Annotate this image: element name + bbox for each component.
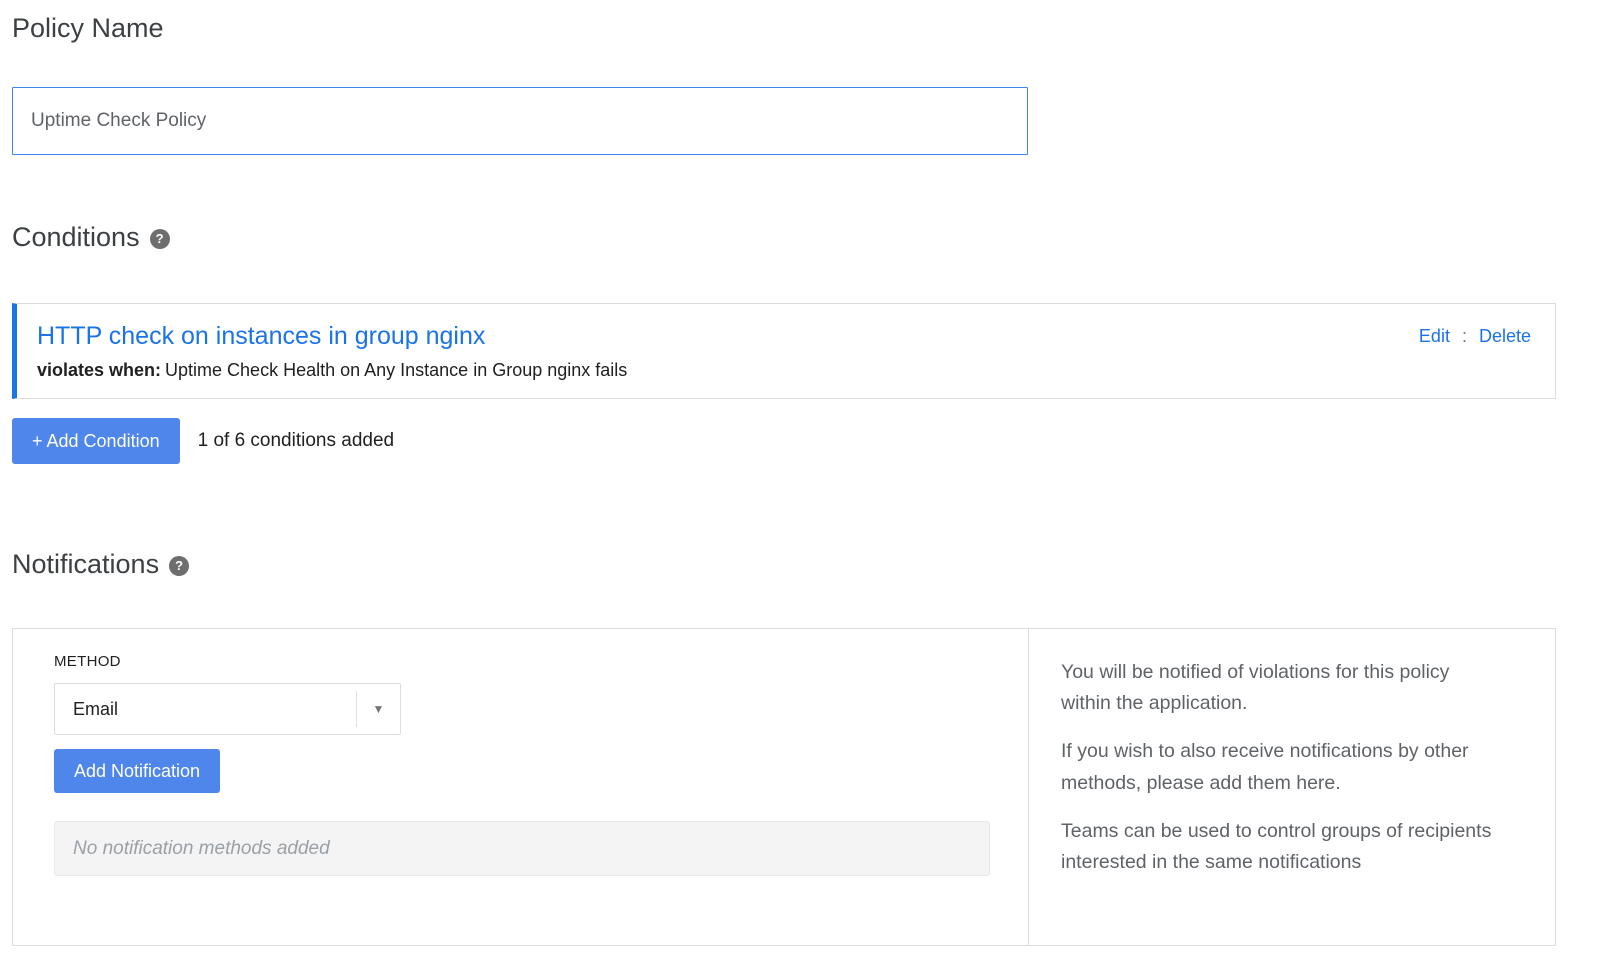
select-arrow-box: ▼ xyxy=(356,691,400,727)
delete-link[interactable]: Delete xyxy=(1479,326,1531,346)
method-select[interactable]: Email ▼ xyxy=(54,683,401,735)
method-select-value: Email xyxy=(55,699,118,720)
notification-info-column: You will be notified of violations for t… xyxy=(1028,629,1555,945)
edit-link[interactable]: Edit xyxy=(1419,326,1450,346)
notifications-panel: METHOD Email ▼ Add Notification No notif… xyxy=(12,628,1556,946)
condition-description: violates when:Uptime Check Health on Any… xyxy=(37,359,627,381)
help-icon[interactable]: ? xyxy=(169,556,189,576)
add-notification-button[interactable]: Add Notification xyxy=(54,749,220,793)
condition-card: HTTP check on instances in group nginx v… xyxy=(12,303,1556,399)
chevron-down-icon: ▼ xyxy=(373,703,385,715)
actions-separator: : xyxy=(1462,326,1467,346)
alert-policy-form: Policy Name Conditions ? HTTP check on i… xyxy=(0,0,1600,946)
notifications-heading: Notifications ? xyxy=(12,546,1588,582)
help-icon[interactable]: ? xyxy=(150,229,170,249)
conditions-heading: Conditions ? xyxy=(12,219,1588,255)
condition-card-main: HTTP check on instances in group nginx v… xyxy=(17,304,627,398)
notification-info-paragraph: You will be notified of violations for t… xyxy=(1061,657,1499,719)
conditions-count-text: 1 of 6 conditions added xyxy=(198,430,395,452)
violates-when-label: violates when: xyxy=(37,360,161,380)
notification-info-paragraph: Teams can be used to control groups of r… xyxy=(1061,816,1499,878)
notifications-heading-label: Notifications xyxy=(12,546,159,582)
add-condition-row: + Add Condition 1 of 6 conditions added xyxy=(12,418,1588,464)
add-condition-button[interactable]: + Add Condition xyxy=(12,418,180,464)
empty-notification-text: No notification methods added xyxy=(73,838,330,860)
policy-name-heading: Policy Name xyxy=(12,10,1588,46)
notification-info-paragraph: If you wish to also receive notification… xyxy=(1061,736,1499,798)
condition-actions: Edit: Delete xyxy=(1419,304,1555,398)
policy-name-input[interactable] xyxy=(12,87,1028,155)
empty-notification-box: No notification methods added xyxy=(54,821,990,876)
notification-method-column: METHOD Email ▼ Add Notification No notif… xyxy=(13,629,1028,945)
violates-when-text: Uptime Check Health on Any Instance in G… xyxy=(165,360,627,380)
condition-title-link[interactable]: HTTP check on instances in group nginx xyxy=(37,321,485,351)
conditions-heading-label: Conditions xyxy=(12,219,140,255)
method-label: METHOD xyxy=(54,653,1028,670)
